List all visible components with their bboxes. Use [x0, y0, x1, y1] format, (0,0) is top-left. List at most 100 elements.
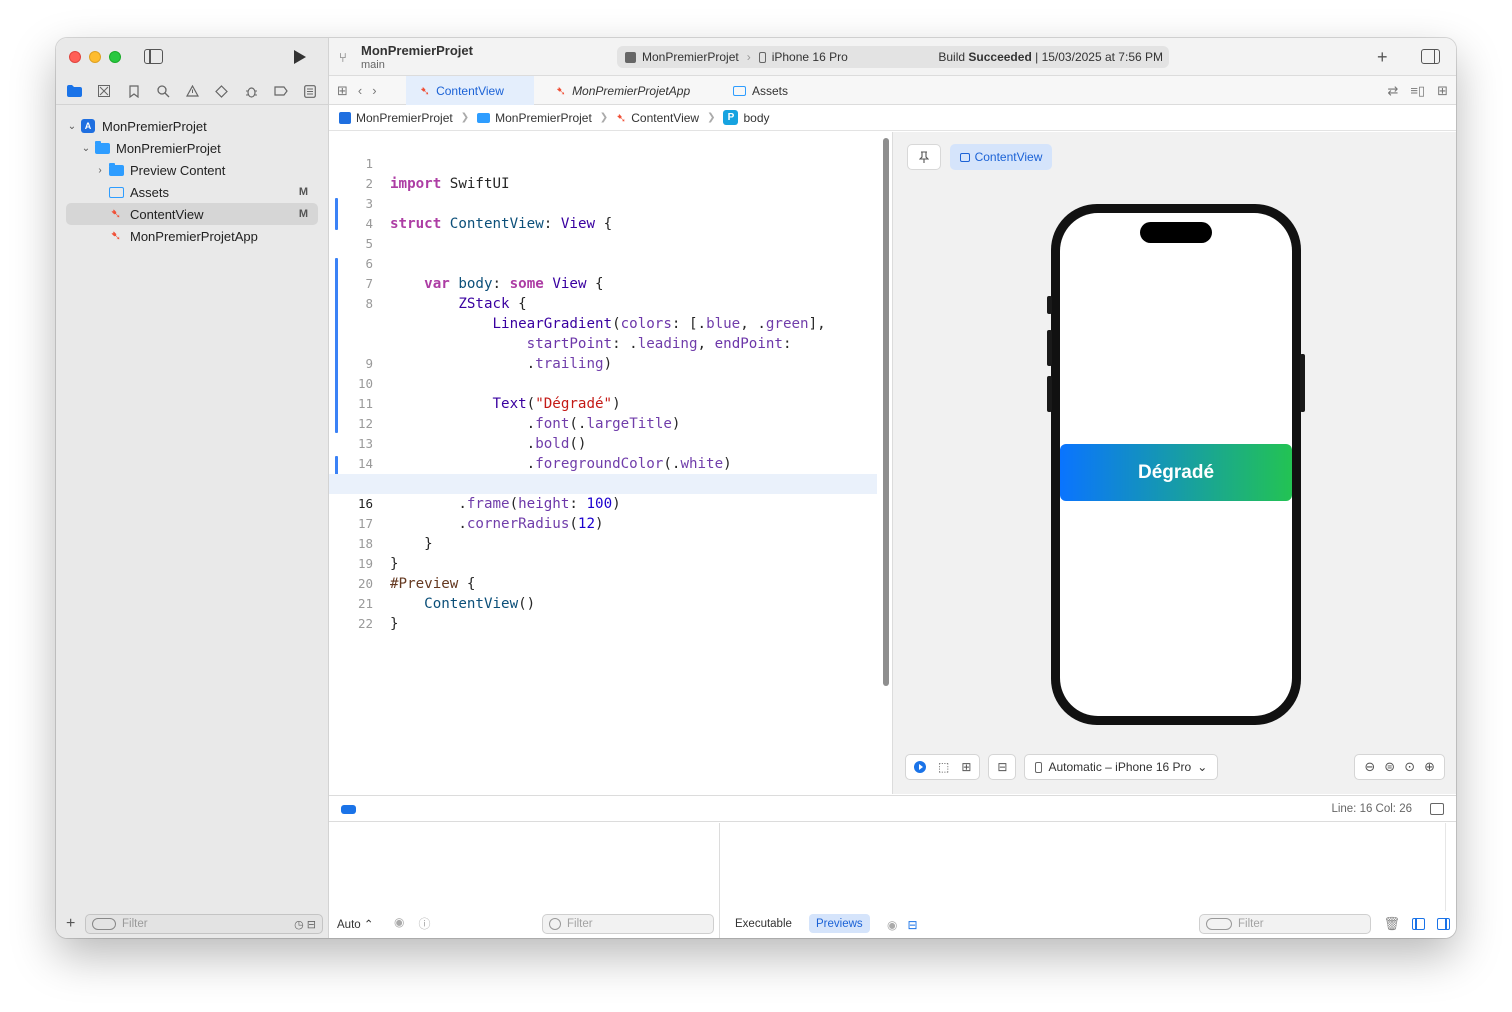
- code-line: 2: [329, 154, 877, 191]
- swap-icon[interactable]: ⇄: [1387, 83, 1398, 99]
- settings-toggle-icon: ⊟: [997, 760, 1008, 774]
- zoom-in-icon[interactable]: ⊕: [1424, 759, 1435, 775]
- console-view: Executable Previews ◉ ⊟ Filter 🗑: [721, 823, 1456, 938]
- tab-assets[interactable]: Assets: [719, 76, 802, 105]
- minimize-window-button[interactable]: [89, 51, 101, 63]
- variants-icon[interactable]: ⊞: [961, 760, 971, 774]
- variables-filter-field[interactable]: Filter: [542, 914, 714, 934]
- test-icon[interactable]: [214, 84, 230, 98]
- code-line: 11 .font(.largeTitle): [329, 374, 877, 432]
- tree-item-group[interactable]: ⌄ MonPremierProjet: [66, 137, 318, 159]
- sidebar-toggle-icon[interactable]: [144, 49, 163, 64]
- tree-item-label: MonPremierProjet: [102, 118, 207, 134]
- console-scrollbar[interactable]: [1445, 823, 1446, 911]
- chevron-right-icon[interactable]: ›: [372, 83, 376, 99]
- executable-tab[interactable]: Executable: [735, 918, 792, 930]
- show-variables-icon[interactable]: [1412, 918, 1425, 930]
- device-screen[interactable]: Dégradé: [1060, 213, 1292, 716]
- editor-scrollbar[interactable]: [883, 138, 889, 686]
- bookmark-icon[interactable]: [126, 84, 142, 98]
- canvas-settings-button[interactable]: ⊟: [988, 754, 1017, 780]
- source-control-icon[interactable]: [96, 84, 112, 98]
- project-navigator-tree: ⌄ A MonPremierProjet ⌄ MonPremierProjet …: [66, 115, 318, 247]
- debug-area-toggle-icon[interactable]: [1430, 803, 1444, 815]
- preview-selector[interactable]: ContentView: [950, 144, 1052, 170]
- zoom-out-icon[interactable]: ⊖: [1364, 759, 1375, 775]
- related-items-icon[interactable]: ⊞: [337, 83, 348, 99]
- breadcrumb-group[interactable]: MonPremierProjet: [477, 111, 592, 125]
- inspector-toggle-icon[interactable]: [1421, 49, 1440, 64]
- eye-icon[interactable]: ◉: [394, 915, 404, 932]
- close-window-button[interactable]: [69, 51, 81, 63]
- breadcrumb-file[interactable]: ➷ ContentView: [616, 111, 699, 125]
- chevron-right-icon: ❯: [599, 112, 609, 123]
- branch-name[interactable]: main: [361, 59, 385, 71]
- chevron-down-icon[interactable]: ⌄: [66, 121, 78, 132]
- editor-options: ⇄ ≡▯ ⊞: [1387, 83, 1448, 99]
- filter-icon: [549, 918, 561, 930]
- device-picker[interactable]: Automatic – iPhone 16 Pro ⌄: [1024, 754, 1219, 780]
- branch-icon: ⑂: [339, 50, 347, 65]
- selectable-mode-icon[interactable]: ⬚: [938, 760, 949, 774]
- chevron-down-icon[interactable]: ⌄: [80, 143, 92, 154]
- tree-item-app[interactable]: ➷ MonPremierProjetApp: [66, 225, 318, 247]
- asset-catalog-icon: [108, 186, 124, 199]
- breadcrumb-project[interactable]: MonPremierProjet: [339, 111, 453, 125]
- add-file-icon[interactable]: +: [66, 915, 82, 933]
- live-preview-icon[interactable]: [914, 761, 926, 773]
- variables-scope-select[interactable]: Auto ⌃: [337, 917, 374, 931]
- navigator-filter-field[interactable]: Filter ◷ ⊟: [85, 914, 323, 934]
- scheme-icon: [625, 51, 636, 63]
- chevron-right-icon[interactable]: ›: [94, 165, 106, 176]
- run-button[interactable]: [294, 50, 306, 64]
- debug-icon[interactable]: [243, 84, 259, 98]
- modified-badge: M: [298, 186, 308, 198]
- project-title[interactable]: MonPremierProjet: [361, 43, 473, 58]
- cursor-position: Line: 16 Col: 26: [1331, 803, 1412, 815]
- tab-monpremierprojetapp[interactable]: ➷ MonPremierProjetApp: [542, 76, 704, 105]
- zoom-window-button[interactable]: [109, 51, 121, 63]
- tree-item-project[interactable]: ⌄ A MonPremierProjet: [66, 115, 318, 137]
- chevron-left-icon[interactable]: ‹: [358, 83, 362, 99]
- tree-item-contentview[interactable]: ➷ ContentView M: [66, 203, 318, 225]
- xcode-project-icon: A: [80, 119, 96, 133]
- code-line: 13 .foregroundColor(.white): [329, 414, 877, 472]
- eye-icon[interactable]: ◉: [887, 918, 897, 932]
- gradient-banner[interactable]: Dégradé: [1060, 444, 1292, 501]
- breakpoint-icon[interactable]: [273, 84, 289, 98]
- editor-options-icon[interactable]: ≡▯: [1410, 83, 1425, 99]
- code-line: 7 ZStack {: [329, 254, 877, 312]
- recent-files-icon[interactable]: ◷ ⊟: [294, 918, 316, 931]
- chevron-right-icon: ›: [746, 50, 751, 64]
- folder-icon: [108, 162, 124, 177]
- console-settings-icon[interactable]: ⊟: [907, 918, 917, 932]
- folder-icon: [94, 140, 110, 155]
- canvas-controls: ⬚ ⊞ ⊟ Automatic – iPhone 16 Pro ⌄: [905, 754, 1219, 780]
- warning-icon[interactable]: [184, 84, 200, 98]
- breadcrumb-symbol[interactable]: P body: [723, 110, 770, 125]
- folder-icon[interactable]: [67, 84, 83, 98]
- info-icon[interactable]: ⓘ: [418, 915, 430, 932]
- search-icon[interactable]: [155, 84, 171, 98]
- zoom-to-fit-icon[interactable]: ⊙: [1404, 759, 1415, 775]
- tree-item-label: MonPremierProjet: [116, 140, 221, 156]
- tab-contentview[interactable]: ➷ ContentView: [406, 76, 534, 105]
- show-console-icon[interactable]: [1437, 918, 1450, 930]
- pin-icon[interactable]: [907, 144, 941, 170]
- trash-icon[interactable]: 🗑: [1383, 916, 1400, 932]
- zoom-controls: ⊖ ⊜ ⊙ ⊕: [1354, 754, 1445, 780]
- source-editor[interactable]: 1 import SwiftUI 2 3 struct ContentView:…: [329, 132, 877, 794]
- console-filter-field[interactable]: Filter: [1199, 914, 1371, 934]
- tree-item-assets[interactable]: Assets M: [66, 181, 318, 203]
- previews-tab[interactable]: Previews: [809, 914, 870, 933]
- activity-status-bar[interactable]: MonPremierProjet › iPhone 16 Pro Build S…: [617, 46, 1169, 68]
- report-icon[interactable]: [302, 84, 318, 98]
- library-plus-icon[interactable]: +: [1377, 47, 1388, 68]
- scheme-selector[interactable]: MonPremierProjet › iPhone 16 Pro: [625, 50, 848, 64]
- code-line: 12 .bold(): [329, 394, 877, 452]
- split-editor-icon[interactable]: ⊞: [1437, 83, 1448, 99]
- code-line: 22: [329, 594, 877, 631]
- zoom-actual-size-icon[interactable]: ⊜: [1384, 759, 1395, 775]
- breakpoints-toggle-icon[interactable]: [341, 805, 356, 814]
- tree-item-preview-content[interactable]: › Preview Content: [66, 159, 318, 181]
